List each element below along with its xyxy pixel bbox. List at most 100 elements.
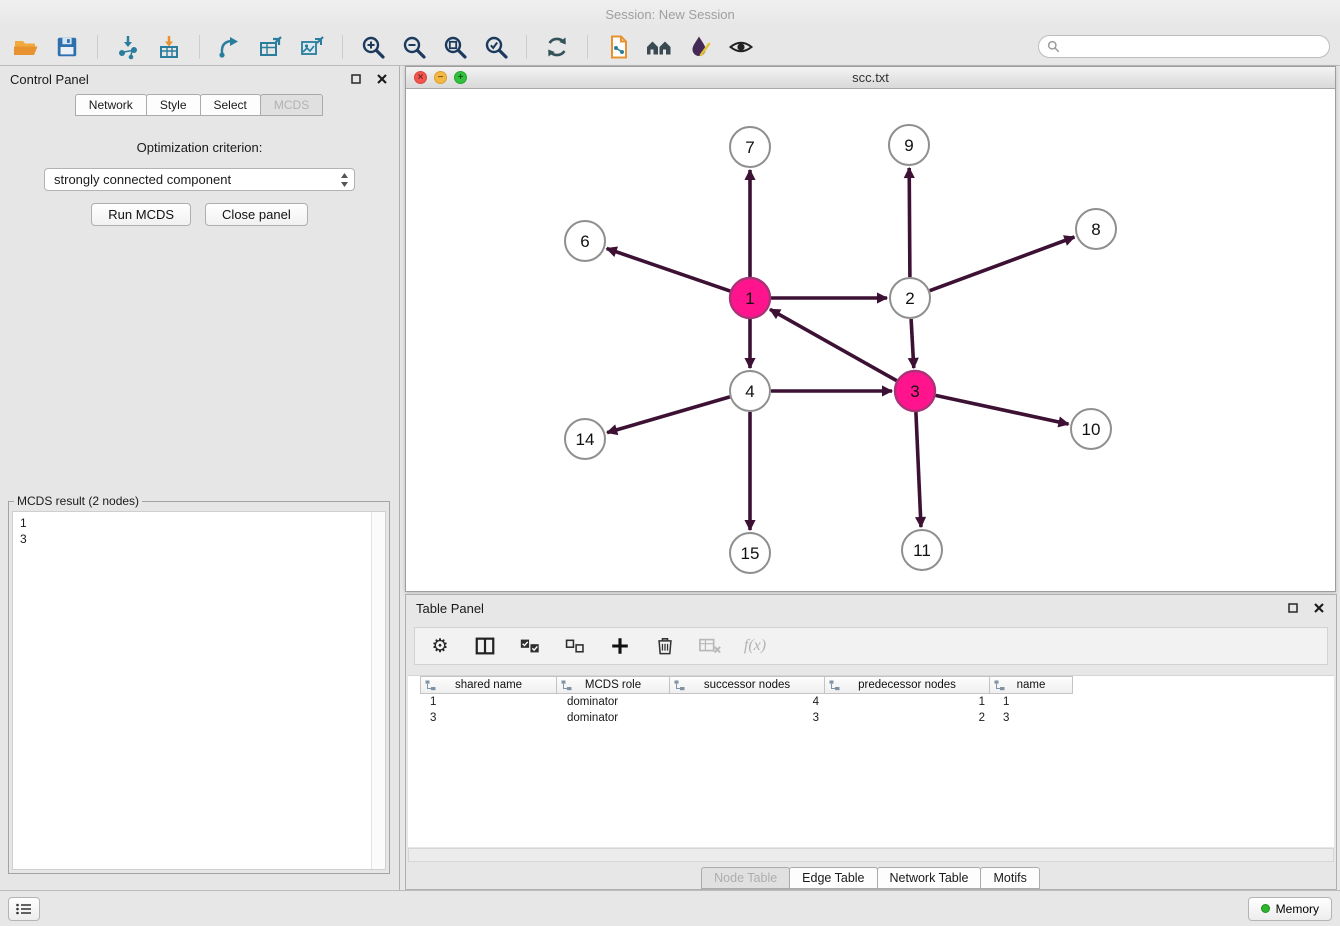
close-window-button[interactable]: × — [414, 71, 427, 84]
graph-node-4[interactable]: 4 — [730, 371, 770, 411]
cell-mcds-role[interactable]: dominator — [558, 712, 672, 724]
export-table-icon — [258, 34, 284, 60]
network-window-titlebar[interactable]: × − + scc.txt — [406, 67, 1335, 89]
mcds-result-item[interactable]: 3 — [20, 531, 367, 547]
cell-mcds-role[interactable]: dominator — [558, 696, 672, 708]
delete-column-button[interactable] — [652, 633, 678, 659]
save-session-button[interactable] — [51, 32, 83, 62]
create-column-button[interactable] — [607, 633, 633, 659]
zoom-out-button[interactable] — [398, 32, 430, 62]
show-columns-button[interactable] — [472, 633, 498, 659]
table-horizontal-scrollbar[interactable] — [408, 848, 1334, 862]
tab-network[interactable]: Network — [75, 94, 147, 116]
edge-2-9[interactable] — [909, 168, 910, 277]
tab-motifs[interactable]: Motifs — [980, 867, 1039, 889]
open-session-button[interactable] — [10, 32, 42, 62]
column-header-mcds-role[interactable]: MCDS role — [556, 676, 670, 694]
memory-status-icon — [1261, 904, 1270, 913]
tab-select[interactable]: Select — [200, 94, 261, 116]
edge-3-11[interactable] — [916, 412, 921, 527]
mcds-result-list[interactable]: 1 3 — [12, 511, 386, 870]
style-button[interactable] — [684, 32, 716, 62]
graph-node-9[interactable]: 9 — [889, 125, 929, 165]
column-label: shared name — [455, 679, 522, 691]
search-box[interactable] — [1038, 35, 1330, 58]
tab-edge-table[interactable]: Edge Table — [789, 867, 877, 889]
graph-node-14[interactable]: 14 — [565, 419, 605, 459]
table-row[interactable]: 3 dominator 3 2 3 — [421, 710, 1334, 726]
cell-shared-name[interactable]: 1 — [421, 696, 558, 708]
close-panel-action-button[interactable]: Close panel — [205, 203, 308, 226]
close-panel-button[interactable] — [375, 72, 389, 86]
graph-node-8[interactable]: 8 — [1076, 209, 1116, 249]
cell-successor-nodes[interactable]: 4 — [672, 696, 828, 708]
zoom-in-button[interactable] — [357, 32, 389, 62]
memory-button[interactable]: Memory — [1248, 897, 1332, 921]
network-from-file-button[interactable] — [602, 32, 634, 62]
edge-2-8[interactable] — [930, 237, 1075, 291]
optimization-criterion-label: Optimization criterion: — [0, 140, 399, 155]
select-all-button[interactable] — [517, 633, 543, 659]
control-panel: Control Panel Network Style Select MCDS … — [0, 66, 400, 890]
task-history-button[interactable] — [8, 897, 40, 921]
edge-3-10[interactable] — [936, 395, 1069, 424]
graph-node-7[interactable]: 7 — [730, 127, 770, 167]
delete-table-button[interactable] — [697, 633, 723, 659]
optimization-criterion-select[interactable]: strongly connected component — [44, 168, 355, 191]
edge-4-14[interactable] — [607, 397, 730, 433]
float-window-icon — [351, 74, 361, 84]
zoom-selected-button[interactable] — [480, 32, 512, 62]
column-header-successor-nodes[interactable]: successor nodes — [669, 676, 825, 694]
minimize-window-button[interactable]: − — [434, 71, 447, 84]
table-toolbar: ⚙ f(x) — [414, 627, 1328, 665]
column-header-name[interactable]: name — [989, 676, 1073, 694]
import-table-icon — [156, 34, 182, 60]
cell-successor-nodes[interactable]: 3 — [672, 712, 828, 724]
table-row[interactable]: 1 dominator 4 1 1 — [421, 694, 1334, 710]
edge-3-1[interactable] — [770, 309, 897, 380]
float-panel-button[interactable] — [349, 72, 363, 86]
show-details-button[interactable] — [725, 32, 757, 62]
column-header-predecessor-nodes[interactable]: predecessor nodes — [824, 676, 990, 694]
tab-node-table[interactable]: Node Table — [701, 867, 790, 889]
network-analyzer-button[interactable] — [643, 32, 675, 62]
zoom-fit-button[interactable] — [439, 32, 471, 62]
zoom-selected-icon — [483, 34, 509, 60]
column-header-shared-name[interactable]: shared name — [420, 676, 557, 694]
float-table-panel-button[interactable] — [1286, 601, 1300, 615]
tab-mcds[interactable]: MCDS — [260, 94, 323, 116]
graph-node-2[interactable]: 2 — [890, 278, 930, 318]
export-image-button[interactable] — [296, 32, 328, 62]
graph-node-1[interactable]: 1 — [730, 278, 770, 318]
graph-node-3[interactable]: 3 — [895, 371, 935, 411]
table-settings-button[interactable]: ⚙ — [427, 633, 453, 659]
cell-predecessor-nodes[interactable]: 2 — [828, 712, 994, 724]
graph-node-6[interactable]: 6 — [565, 221, 605, 261]
search-input[interactable] — [1065, 40, 1321, 54]
import-table-button[interactable] — [153, 32, 185, 62]
cell-name[interactable]: 3 — [994, 712, 1078, 724]
cell-predecessor-nodes[interactable]: 1 — [828, 696, 994, 708]
tab-style[interactable]: Style — [146, 94, 201, 116]
edge-2-3[interactable] — [911, 319, 914, 368]
window-titlebar[interactable]: Session: New Session — [0, 0, 1340, 28]
edge-1-6[interactable] — [607, 249, 731, 292]
tab-network-table[interactable]: Network Table — [877, 867, 982, 889]
apply-layout-button[interactable] — [541, 32, 573, 62]
network-canvas[interactable]: 7 9 6 8 1 2 4 3 14 10 15 11 — [406, 89, 1335, 591]
graph-node-15[interactable]: 15 — [730, 533, 770, 573]
maximize-window-button[interactable]: + — [454, 71, 467, 84]
run-mcds-button[interactable]: Run MCDS — [91, 203, 191, 226]
new-network-button[interactable] — [214, 32, 246, 62]
export-table-button[interactable] — [255, 32, 287, 62]
cell-name[interactable]: 1 — [994, 696, 1078, 708]
deselect-all-button[interactable] — [562, 633, 588, 659]
attribute-type-icon — [561, 680, 572, 691]
close-table-panel-button[interactable] — [1312, 601, 1326, 615]
import-network-button[interactable] — [112, 32, 144, 62]
graph-node-10[interactable]: 10 — [1071, 409, 1111, 449]
mcds-result-item[interactable]: 1 — [20, 515, 367, 531]
function-builder-button[interactable]: f(x) — [742, 633, 768, 659]
graph-node-11[interactable]: 11 — [902, 530, 942, 570]
cell-shared-name[interactable]: 3 — [421, 712, 558, 724]
